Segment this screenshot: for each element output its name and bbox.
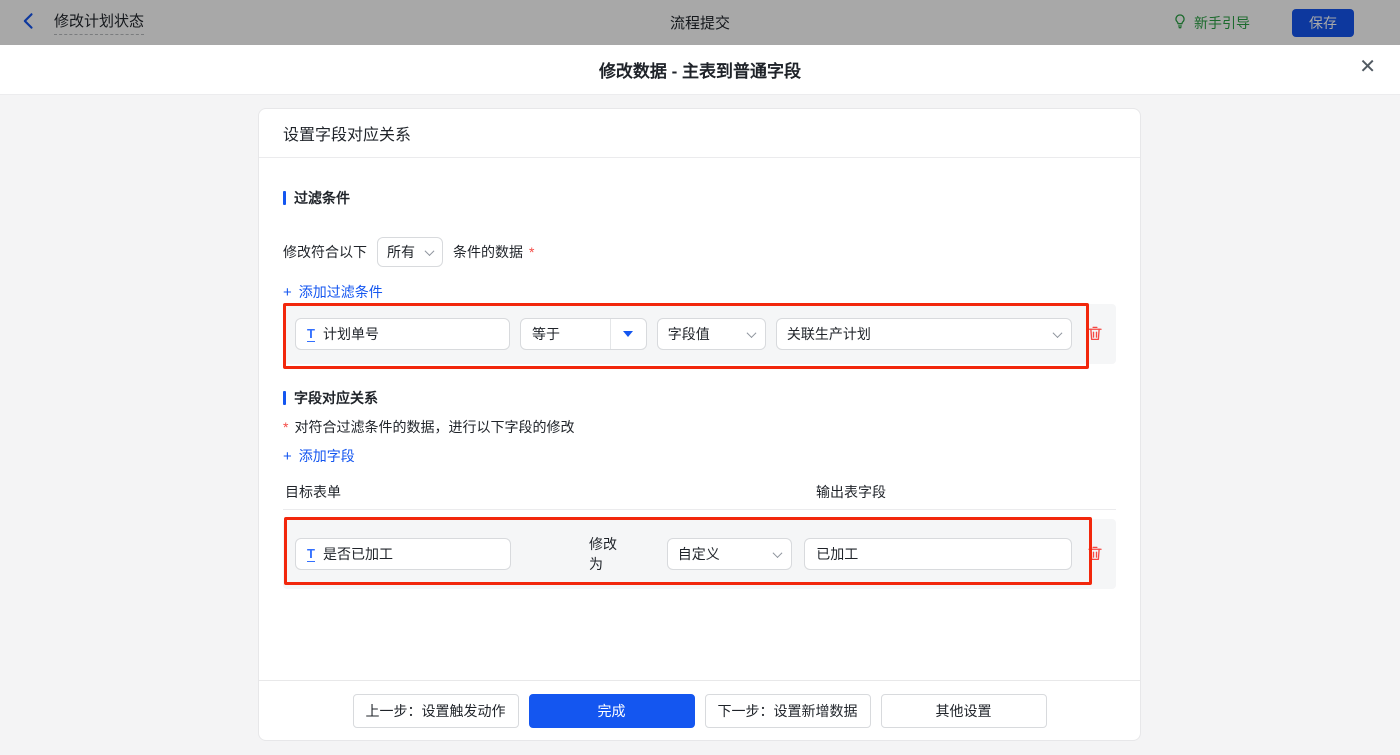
section-marker [283,191,286,205]
output-value: 已加工 [816,546,859,562]
filter-field-value: 计划单号 [322,326,379,342]
operator-caret-segment[interactable] [609,319,646,349]
required-asterisk: * [529,244,535,260]
top-toolbar: 修改计划状态 流程提交 新手引导 保存 [0,0,1400,45]
target-field-value: 是否已加工 [322,546,393,562]
next-step-button[interactable]: 下一步：设置新增数据 [704,693,871,728]
field-mapping-card: 设置字段对应关系 过滤条件 修改符合以下 所有 条件的数据 * + 添加过滤条件… [258,108,1141,741]
other-settings-button[interactable]: 其他设置 [880,693,1047,728]
operator-select[interactable]: 等于 [520,318,647,350]
text-field-icon: T [307,545,315,562]
filter-field-input[interactable]: T 计划单号 [295,318,511,350]
chevron-down-icon [746,327,757,338]
match-mode-value: 所有 [387,244,415,260]
dialog-header: 修改数据 - 主表到普通字段 ✕ [0,45,1400,95]
match-mode-select[interactable]: 所有 [377,237,443,267]
card-footer: 上一步：设置触发动作 完成 下一步：设置新增数据 其他设置 [259,680,1140,740]
value-type-select[interactable]: 字段值 [656,318,766,350]
trash-icon [1086,324,1104,345]
card-body: 过滤条件 修改符合以下 所有 条件的数据 * + 添加过滤条件 T 计划单号 等… [259,190,1140,589]
match-suffix-text: 条件的数据 [453,244,523,260]
modify-data-dialog: 修改数据 - 主表到普通字段 ✕ 设置字段对应关系 过滤条件 修改符合以下 所有 [0,45,1400,755]
filter-condition-row: T 计划单号 等于 字段值 关联生产计划 [283,304,1116,364]
plus-icon: + [283,447,292,465]
mapping-description-text: 对符合过滤条件的数据，进行以下字段的修改 [294,419,575,435]
dialog-body: 设置字段对应关系 过滤条件 修改符合以下 所有 条件的数据 * + 添加过滤条件… [0,95,1400,755]
condition-value: 关联生产计划 [786,326,871,342]
add-filter-condition-link[interactable]: + 添加过滤条件 [283,282,383,302]
value-source-value: 自定义 [677,546,720,562]
mapping-description: * 对符合过滤条件的数据，进行以下字段的修改 [283,419,1116,435]
lightbulb-icon [1172,13,1188,32]
delete-condition-button[interactable] [1086,324,1104,345]
filter-section-title: 过滤条件 [283,190,1116,206]
delete-mapping-button[interactable] [1086,544,1104,565]
match-prefix-text: 修改符合以下 [283,244,367,260]
mapping-column-headers: 目标表单 输出表字段 [283,480,1116,510]
value-type-value: 字段值 [667,326,710,342]
close-icon: ✕ [1359,56,1376,78]
toolbar-right: 新手引导 保存 [1172,8,1354,37]
trash-icon [1086,544,1104,565]
operator-value: 等于 [532,326,561,342]
save-button[interactable]: 保存 [1292,8,1354,37]
target-form-column-header: 目标表单 [285,484,341,500]
target-field-input[interactable]: T 是否已加工 [295,538,512,570]
close-button[interactable]: ✕ [1359,57,1376,77]
match-condition-line: 修改符合以下 所有 条件的数据 * [283,234,1116,270]
chevron-down-icon [1052,327,1063,338]
screen: 修改计划状态 流程提交 新手引导 保存 修改数据 - 主表到普通字段 ✕ 设置字… [0,0,1400,755]
output-field-column-header: 输出表字段 [816,484,886,500]
modify-to-label: 修改为 [589,536,618,572]
prev-step-button[interactable]: 上一步：设置触发动作 [352,693,519,728]
chevron-down-icon [424,245,435,256]
add-field-label: 添加字段 [298,448,355,464]
chevron-down-icon [772,547,783,558]
text-field-icon: T [307,325,315,342]
plus-icon: + [283,283,292,301]
condition-value-select[interactable]: 关联生产计划 [775,318,1072,350]
output-value-input[interactable]: 已加工 [804,538,1072,570]
section-marker [283,391,286,405]
caret-down-icon [623,331,634,337]
add-filter-condition-label: 添加过滤条件 [298,284,383,300]
value-source-select[interactable]: 自定义 [666,538,793,570]
beginner-guide-label: 新手引导 [1194,14,1250,31]
add-field-link[interactable]: + 添加字段 [283,446,355,466]
dialog-title: 修改数据 - 主表到普通字段 [598,62,802,81]
field-mapping-row: T 是否已加工 修改为 自定义 已加工 [283,519,1116,589]
card-header: 设置字段对应关系 [259,109,1140,158]
filter-section-label: 过滤条件 [294,190,350,206]
mapping-section-title: 字段对应关系 [283,390,1116,406]
required-asterisk: * [283,419,289,435]
mapping-section-label: 字段对应关系 [294,390,378,406]
beginner-guide-link[interactable]: 新手引导 [1172,13,1250,33]
done-button[interactable]: 完成 [528,693,695,728]
